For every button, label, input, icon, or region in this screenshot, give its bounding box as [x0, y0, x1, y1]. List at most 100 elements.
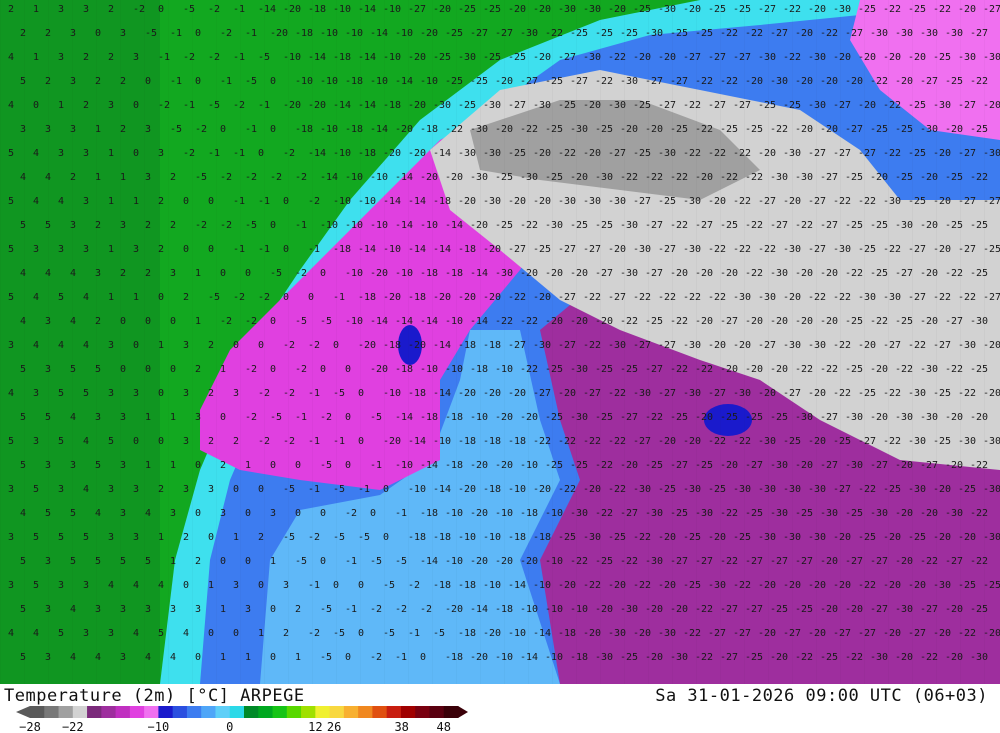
temperature-value: -2 — [258, 292, 270, 303]
temperature-value: -27 — [733, 52, 751, 63]
temperature-value: -18 — [358, 292, 376, 303]
temperature-value: -30 — [970, 316, 988, 327]
temperature-value: -25 — [895, 172, 913, 183]
temperature-value: 4 — [145, 652, 151, 663]
temperature-value: -20 — [745, 76, 763, 87]
temperature-value: -25 — [870, 268, 888, 279]
temperature-value: -30 — [533, 340, 551, 351]
temperature-value: 5 — [70, 556, 76, 567]
temperature-value: -22 — [970, 76, 988, 87]
temperature-value: -27 — [845, 124, 863, 135]
temperature-value: 3 — [8, 580, 14, 591]
temperature-value: 0 — [283, 244, 289, 255]
temperature-value: -20 — [933, 628, 951, 639]
temperature-value: -10 — [345, 316, 363, 327]
temperature-value: 3 — [70, 220, 76, 231]
temperature-value: -18 — [420, 268, 438, 279]
temperature-value: -2 — [245, 412, 257, 423]
temperature-value: 5 — [8, 196, 14, 207]
temperature-value: -20 — [983, 628, 1000, 639]
temperature-value: -18 — [533, 532, 551, 543]
temperature-value: -10 — [495, 652, 513, 663]
temperature-value: -25 — [795, 604, 813, 615]
temperature-value: -25 — [658, 196, 676, 207]
temperature-value: -20 — [483, 292, 501, 303]
temperature-value: -20 — [845, 604, 863, 615]
temperature-value: -25 — [695, 460, 713, 471]
temperature-value: -27 — [820, 412, 838, 423]
temperature-value: -18 — [445, 412, 463, 423]
temperature-value: 3 — [133, 532, 139, 543]
temperature-value: -27 — [533, 388, 551, 399]
temperature-value: 5 — [58, 436, 64, 447]
temperature-value: -27 — [945, 556, 963, 567]
temperature-value: -20 — [870, 172, 888, 183]
temperature-value: -1 — [233, 196, 245, 207]
temperature-value: -2 — [395, 604, 407, 615]
temperature-value: -30 — [758, 52, 776, 63]
temperature-value: 0 — [133, 340, 139, 351]
temperature-value: -30 — [620, 268, 638, 279]
temperature-value: -20 — [408, 340, 426, 351]
temperature-value: 2 — [208, 340, 214, 351]
temperature-value: -25 — [945, 220, 963, 231]
temperature-value: 3 — [83, 628, 89, 639]
temperature-value: -5 — [320, 316, 332, 327]
temperature-value: -22 — [858, 484, 876, 495]
temperature-value: -14 — [395, 220, 413, 231]
temperature-value: -10 — [458, 532, 476, 543]
temperature-value: -5 — [370, 412, 382, 423]
temperature-value: -27 — [858, 628, 876, 639]
temperature-value: -20 — [508, 388, 526, 399]
temperature-value: 0 — [320, 556, 326, 567]
temperature-value: -18 — [458, 340, 476, 351]
temperature-value: -22 — [845, 652, 863, 663]
temperature-value: 5 — [45, 220, 51, 231]
temperature-value: -20 — [570, 268, 588, 279]
temperature-value: 3 — [20, 124, 26, 135]
colorbar-cell — [386, 706, 402, 718]
temperature-value: -20 — [808, 4, 826, 15]
temperature-value: -25 — [745, 412, 763, 423]
temperature-value: -20 — [683, 436, 701, 447]
temperature-value: -20 — [658, 52, 676, 63]
temperature-value: -27 — [758, 196, 776, 207]
temperature-value: 0 — [345, 412, 351, 423]
temperature-value: -20 — [595, 604, 613, 615]
temperature-value: -25 — [770, 604, 788, 615]
temperature-value: -22 — [533, 436, 551, 447]
temperature-value: 0 — [258, 580, 264, 591]
temperature-value: -22 — [745, 268, 763, 279]
temperature-value: -30 — [983, 148, 1000, 159]
temperature-value: 0 — [208, 532, 214, 543]
temperature-value: -25 — [820, 652, 838, 663]
temperature-value: -18 — [345, 124, 363, 135]
temperature-value: 1 — [220, 604, 226, 615]
temperature-value: -20 — [945, 652, 963, 663]
temperature-value: -27 — [908, 244, 926, 255]
colorbar: −28 −22 −10 0 12 26 38 48 — [16, 706, 468, 733]
temperature-value: -20 — [633, 628, 651, 639]
temperature-value: 4 — [33, 196, 39, 207]
temperature-value: -30 — [858, 292, 876, 303]
temperature-value: -1 — [358, 484, 370, 495]
temperature-value: -27 — [708, 628, 726, 639]
temperature-value: 4 — [70, 652, 76, 663]
temperature-value: -5 — [320, 604, 332, 615]
temperature-value: 1 — [158, 340, 164, 351]
temperature-value: -30 — [620, 220, 638, 231]
temperature-value: 5 — [70, 364, 76, 375]
temperature-value: -20 — [745, 316, 763, 327]
temperature-value: -30 — [583, 196, 601, 207]
temperature-value: -25 — [545, 412, 563, 423]
colorbar-cell — [443, 706, 459, 718]
temperature-value: -22 — [870, 316, 888, 327]
temperature-value: -10 — [320, 28, 338, 39]
temperature-value: -20 — [695, 172, 713, 183]
temperature-value: 2 — [20, 28, 26, 39]
temperature-value: -30 — [633, 484, 651, 495]
temperature-value: -14 — [308, 148, 326, 159]
temperature-value: -22 — [895, 364, 913, 375]
temperature-value: -25 — [970, 364, 988, 375]
temperature-value: 5 — [58, 388, 64, 399]
